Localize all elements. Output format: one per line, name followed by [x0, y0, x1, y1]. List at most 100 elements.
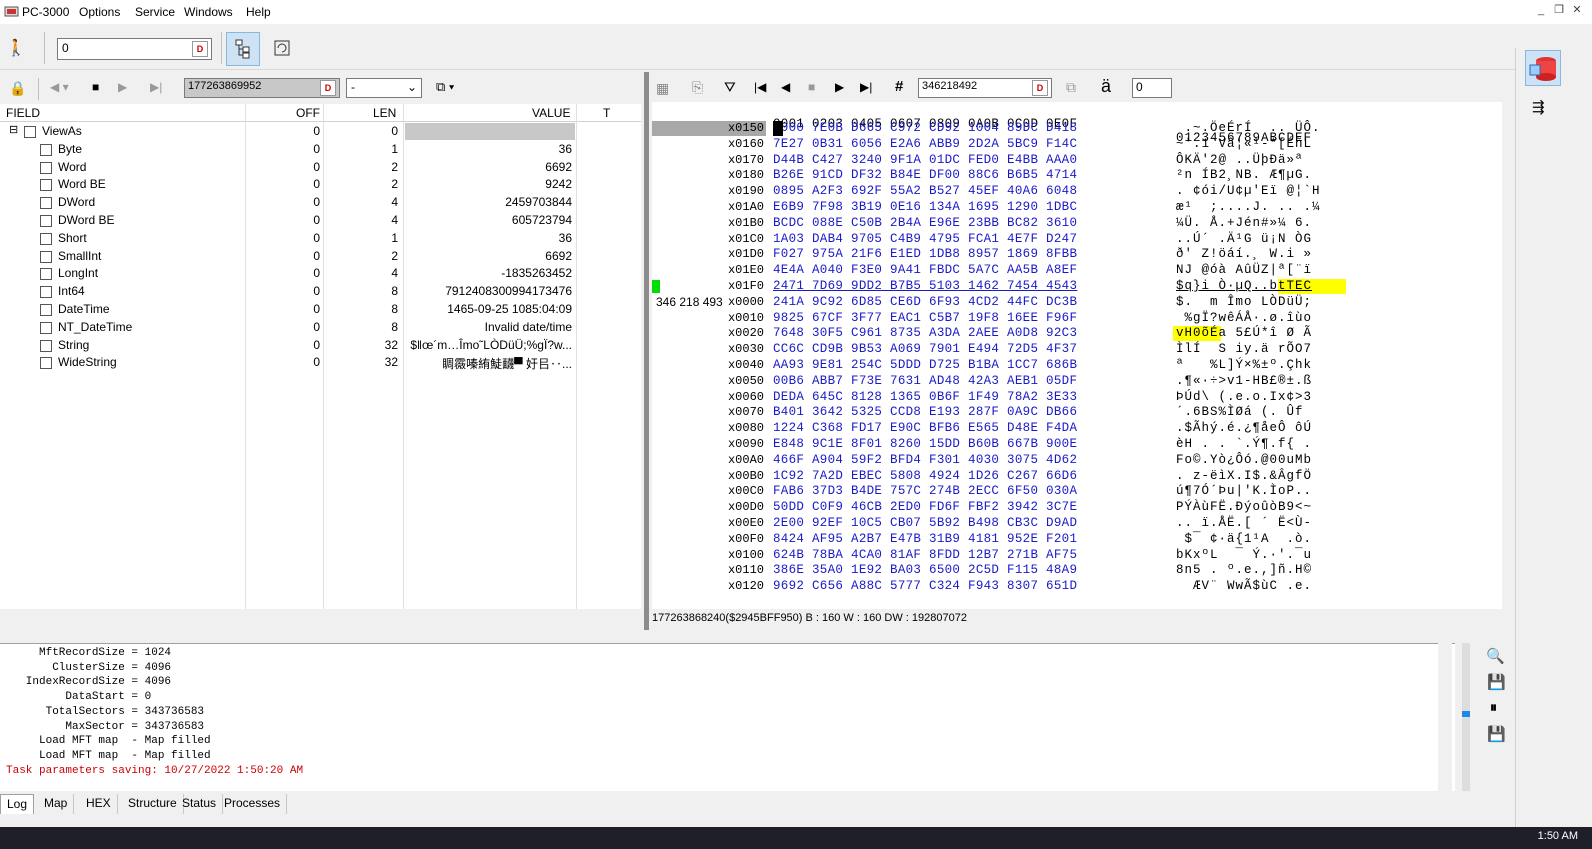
- row-checkbox[interactable]: [40, 143, 52, 156]
- hex-ascii[interactable]: PÝÀùFË.ÐýoûòB9<~: [1176, 500, 1312, 514]
- hex-bytes[interactable]: 1A03 DAB4 9705 C4B9 4795 FCA1 4E7F D247: [773, 232, 1077, 246]
- collapse-icon[interactable]: ⊟: [9, 123, 18, 136]
- hex-ascii[interactable]: èH . . `.Ý¶.f{ .: [1176, 437, 1312, 451]
- hex-ascii[interactable]: ú¶7Ó´Þu|'K.ÌoP..: [1176, 484, 1312, 498]
- hex-ascii[interactable]: ¼Ü. Å.+Jén#»¼ 6.: [1176, 216, 1312, 230]
- hex-ascii[interactable]: .¶«·÷>v1-HB£®±.ß: [1176, 374, 1312, 388]
- tab-structure[interactable]: Structure: [122, 794, 184, 814]
- hex-row[interactable]: x0090 E848 9C1E 8F01 8260 15DD B60B 667B …: [652, 437, 1502, 453]
- hex-row[interactable]: x0050 00B6 ABB7 F73E 7631 AD48 42A3 AEB1 …: [652, 374, 1502, 390]
- row-checkbox[interactable]: [40, 250, 52, 263]
- row-checkbox[interactable]: [40, 321, 52, 334]
- hex-row[interactable]: x0180 B26E 91CD DF32 B84E DF00 88C6 B6B5 …: [652, 168, 1502, 184]
- hex-row[interactable]: x01A0 E6B9 7F98 3B19 0E16 134A 1695 1290 …: [652, 200, 1502, 216]
- hex-bytes[interactable]: 00B6 ABB7 F73E 7631 AD48 42A3 AEB1 05DF: [773, 374, 1077, 388]
- hex-ascii[interactable]: NJ @óà AûÜZ|ª[¨ï: [1176, 263, 1312, 277]
- hex-bytes[interactable]: 50DD C0F9 46CB 2ED0 FD6F FBF2 3942 3C7E: [773, 500, 1077, 514]
- hex-row[interactable]: x01F0 2471 7D69 9DD2 B7B5 5103 1462 7454 …: [652, 279, 1502, 295]
- last-sector-icon[interactable]: ▶|: [860, 80, 872, 94]
- header-field[interactable]: FIELD: [6, 106, 40, 120]
- hex-row[interactable]: 346 218 493 x0000 241A 9C92 6D85 CE6D 6F93…: [652, 295, 1502, 311]
- hex-row[interactable]: x0070 B401 3642 5325 CCD8 E193 287F 0A9C …: [652, 405, 1502, 421]
- table-row[interactable]: WideString 0 32 睭霺嗪絠鯐䩏▀ 㚥㠯‥...: [0, 354, 641, 372]
- refresh-task-icon[interactable]: [268, 34, 296, 62]
- menu-windows[interactable]: Windows: [184, 5, 233, 19]
- database-icon[interactable]: [1525, 50, 1561, 86]
- table-row[interactable]: SmallInt 0 2 6692: [0, 248, 641, 266]
- menu-help[interactable]: Help: [246, 5, 271, 19]
- table-row[interactable]: Short 0 1 36: [0, 230, 641, 248]
- hex-row[interactable]: x0120 9692 C656 A88C 5777 C324 F943 8307 …: [652, 579, 1502, 595]
- hex-ascii[interactable]: ÌlÍ S iy.ä rÕO7: [1176, 342, 1312, 356]
- hex-ascii[interactable]: vH0õÉa 5£Ú*î Ø Ã: [1176, 326, 1312, 340]
- hex-bytes[interactable]: 241A 9C92 6D85 CE6D 6F93 4CD2 44FC DC3B: [773, 295, 1077, 309]
- hex-bytes[interactable]: DEDA 645C 8128 1365 0B6F 1F49 78A2 3E33: [773, 390, 1077, 404]
- row-checkbox[interactable]: [40, 179, 52, 192]
- menu-service[interactable]: Service: [135, 5, 175, 19]
- hex-row[interactable]: x00E0 2E00 92EF 10C5 CB07 5B92 B498 CB3C …: [652, 516, 1502, 532]
- hex-row[interactable]: x01E0 4E4A A040 F3E0 9A41 FBDC 5A7C AA5B …: [652, 263, 1502, 279]
- hex-bytes[interactable]: 9825 67CF 3F77 EAC1 C5B7 19F8 16EE F96F: [773, 311, 1077, 325]
- hex-ascii[interactable]: ´.6BS%ÌØá (. Ûf: [1176, 405, 1304, 419]
- hex-ascii[interactable]: ÞÚd\ (.e.o.Ix¢>3: [1176, 390, 1312, 404]
- hex-row[interactable]: x00C0 FAB6 37D3 B4DE 757C 274B 2ECC 6F50 …: [652, 484, 1502, 500]
- row-checkbox[interactable]: [40, 197, 52, 210]
- save-log-icon[interactable]: 💾: [1487, 673, 1506, 691]
- goto-sector-icon[interactable]: #: [895, 78, 903, 95]
- hex-row[interactable]: x0040 AA93 9E81 254C 5DDD D725 B1BA 1CC7 …: [652, 358, 1502, 374]
- tree-view-icon[interactable]: [226, 32, 260, 66]
- hex-bytes[interactable]: B401 3642 5325 CCD8 E193 287F 0A9C DB66: [773, 405, 1077, 419]
- hex-ascii[interactable]: .. ï.ÅË.[ ´ Ë<Ù-: [1176, 516, 1312, 530]
- table-row[interactable]: LongInt 0 4 -1835263452: [0, 265, 641, 283]
- address-input[interactable]: 177263869952 D: [184, 78, 340, 98]
- tab-map[interactable]: Map: [38, 794, 75, 814]
- hex-ascii[interactable]: ð' Z!öáí.¸ W.i »: [1176, 247, 1312, 261]
- hex-ascii[interactable]: ÆV¨ WwÃ$ùC .e.: [1176, 579, 1312, 593]
- first-sector-icon[interactable]: |◀: [754, 80, 766, 94]
- hex-ascii[interactable]: ª %L]Ý×%±º.Çhk: [1176, 358, 1312, 372]
- hex-bytes[interactable]: 7E27 0B31 6056 E2A6 ABB9 2D2A 5BC9 F14C: [773, 137, 1077, 151]
- row-checkbox[interactable]: [24, 126, 36, 138]
- hex-bytes[interactable]: A000 7E0B D665 C972 CD92 1004 89DC D418: [773, 121, 1077, 135]
- tab-hex[interactable]: HEX: [80, 794, 118, 814]
- hex-ascii[interactable]: ..Ú´ .Ä¹G ü¡N ÒG: [1176, 232, 1312, 246]
- pause-icon[interactable]: ⏸: [1490, 699, 1497, 716]
- hex-row[interactable]: x0110 386E 35A0 1E92 BA03 6500 2C5D F115 …: [652, 563, 1502, 579]
- hex-bytes[interactable]: FAB6 37D3 B4DE 757C 274B 2ECC 6F50 030A: [773, 484, 1077, 498]
- hex-bytes[interactable]: E6B9 7F98 3B19 0E16 134A 1695 1290 1DBC: [773, 200, 1077, 214]
- copy-icon[interactable]: ⧉ ▾: [436, 79, 454, 95]
- hex-ascii[interactable]: Fo©.Yò¿Ôó.@00uMb: [1176, 453, 1312, 467]
- hex-row[interactable]: x00A0 466F A904 59F2 BFD4 F301 4030 3075 …: [652, 453, 1502, 469]
- hex-ascii[interactable]: . z-ëìX.I$.&ÂgfÖ: [1176, 469, 1312, 483]
- log-panel[interactable]: MftRecordSize = 1024 ClusterSize = 4096 …: [0, 643, 1455, 791]
- hex-row[interactable]: x0010 9825 67CF 3F77 EAC1 C5B7 19F8 16EE …: [652, 311, 1502, 327]
- chart-icon[interactable]: ⛛: [724, 79, 736, 96]
- hex-ascii[interactable]: $. m Îmo LÒDüÜ;: [1176, 295, 1312, 309]
- settings-sliders-icon[interactable]: ⇶: [1532, 98, 1545, 116]
- row-checkbox[interactable]: [40, 268, 52, 281]
- close-icon[interactable]: ✕: [1568, 3, 1586, 21]
- hex-ascii[interactable]: .$Ãhý.é.¿¶åeÔ ôÚ: [1176, 421, 1312, 435]
- hex-row[interactable]: x0190 0895 A2F3 692F 55A2 B527 45EF 40A6 …: [652, 184, 1502, 200]
- row-checkbox[interactable]: [40, 357, 52, 370]
- table-row[interactable]: Byte 0 1 36: [0, 141, 641, 159]
- header-t[interactable]: T: [603, 106, 610, 120]
- grid-icon[interactable]: ▦: [656, 80, 669, 97]
- export-icon[interactable]: ⎘: [692, 79, 703, 96]
- stop-icon[interactable]: ■: [92, 80, 99, 94]
- log-scrollbar[interactable]: [1438, 643, 1452, 791]
- hex-row[interactable]: x0100 624B 78BA 4CA0 81AF 8FDD 12B7 271B …: [652, 548, 1502, 564]
- hex-ascii[interactable]: bKxºL ¯ Ý.·'.¯u: [1176, 548, 1312, 562]
- hex-row[interactable]: x00D0 50DD C0F9 46CB 2ED0 FD6F FBF2 3942 …: [652, 500, 1502, 516]
- hex-row[interactable]: x0150 A000 7E0B D665 C972 CD92 1004 89DC …: [652, 121, 1502, 137]
- row-checkbox[interactable]: [40, 304, 52, 316]
- hex-row[interactable]: x0080 1224 C368 FD17 E90C BFB6 E565 D48E …: [652, 421, 1502, 437]
- hex-ascii[interactable]: $¯ ¢·ä{1¹A .ò.: [1176, 532, 1312, 546]
- stop-hex-icon[interactable]: ■: [808, 80, 815, 94]
- forward-icon[interactable]: ▶: [118, 80, 127, 94]
- row-checkbox[interactable]: [40, 286, 52, 299]
- hex-bytes[interactable]: 0895 A2F3 692F 55A2 B527 45EF 40A6 6048: [773, 184, 1077, 198]
- hex-row[interactable]: x00F0 8424 AF95 A2B7 E47B 31B9 4181 952E …: [652, 532, 1502, 548]
- hex-row[interactable]: x0020 7648 30F5 C961 8735 A3DA 2AEE A0D8 …: [652, 326, 1502, 342]
- hex-ascii[interactable]: æ¹ ;....J. .. .¼: [1176, 200, 1321, 214]
